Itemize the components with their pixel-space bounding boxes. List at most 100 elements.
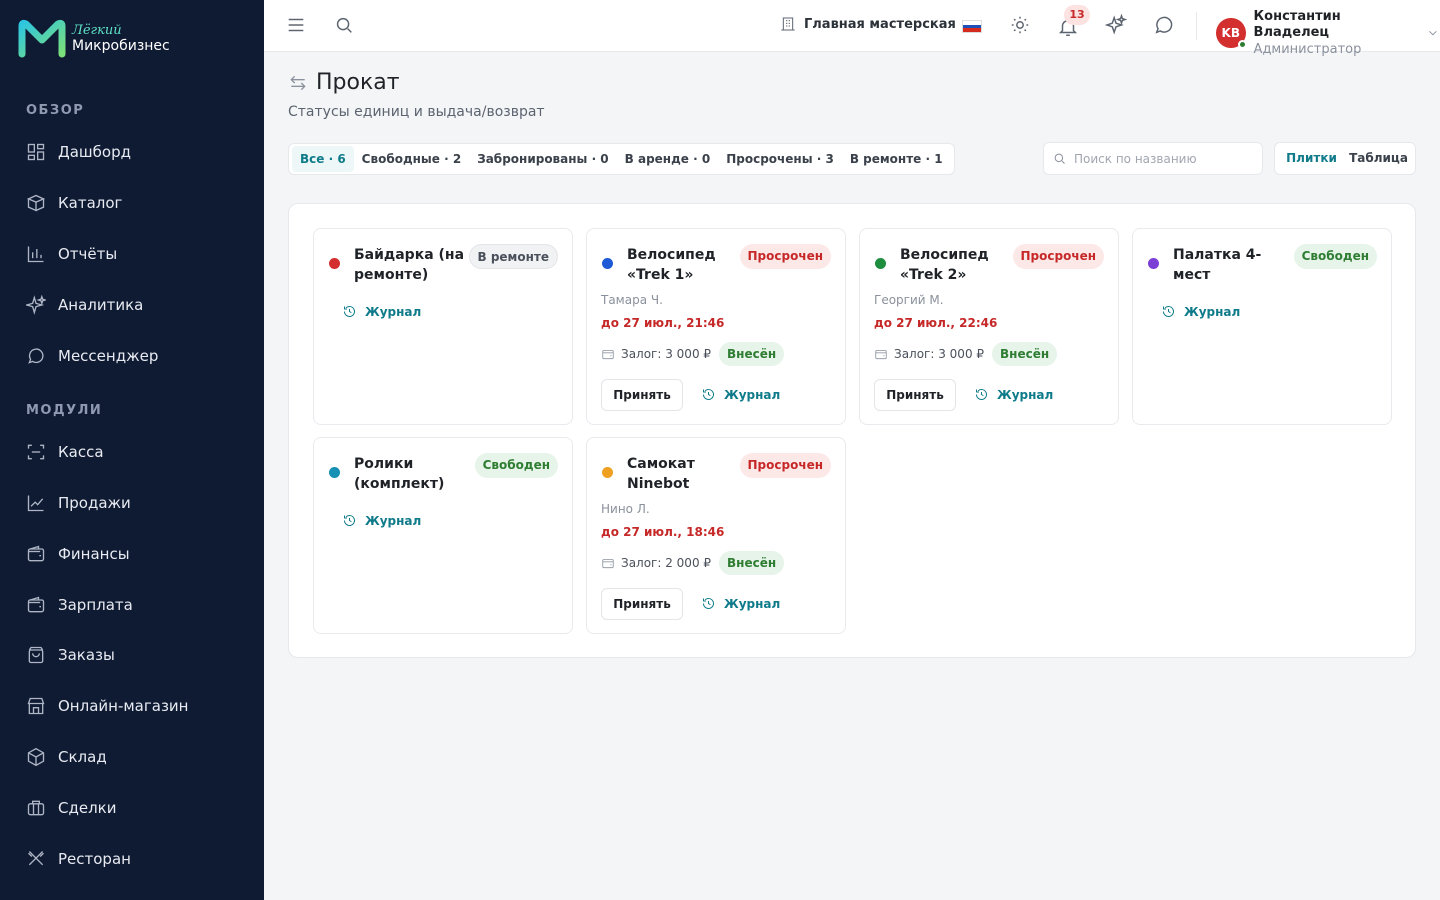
accept-return-button[interactable]: Принять	[601, 588, 683, 620]
rental-card: Велосипед «Trek 1» Просрочен Тамара Ч. д…	[586, 228, 846, 425]
sidebar-item-analytics[interactable]: Аналитика	[26, 289, 246, 321]
deposit-paid-badge: Внесён	[992, 342, 1058, 366]
filter-booked[interactable]: Забронированы · 0	[469, 146, 616, 172]
accept-return-button[interactable]: Принять	[601, 379, 683, 411]
page-title: Прокат	[288, 70, 400, 95]
journal-label: Журнал	[997, 387, 1054, 402]
sidebar-item-salary[interactable]: Зарплата	[26, 589, 246, 621]
sun-icon	[1011, 16, 1029, 34]
wallet-icon	[27, 596, 45, 613]
sidebar-item-deals[interactable]: Сделки	[26, 792, 246, 824]
sidebar-item-dashboard[interactable]: Дашборд	[26, 136, 246, 168]
menu-toggle-button[interactable]	[285, 14, 307, 36]
status-filter-tabs: Все · 6 Свободные · 2 Забронированы · 0 …	[288, 143, 955, 175]
sidebar-item-label: Каталог	[58, 194, 123, 212]
sidebar-item-label: Отчёты	[58, 245, 118, 263]
sidebar-item-sales[interactable]: Продажи	[26, 487, 246, 519]
sidebar: Лёгкий Микробизнес ОБЗОР Дашборд Каталог…	[0, 0, 264, 900]
rental-card: Ролики (комплект) Свободен Журнал	[313, 437, 573, 634]
rental-card: Велосипед «Trek 2» Просрочен Георгий М. …	[859, 228, 1119, 425]
sidebar-item-finance[interactable]: Финансы	[26, 538, 246, 570]
rental-item-name: Велосипед «Trek 1»	[627, 247, 716, 283]
user-name: Константин Владелец	[1253, 9, 1341, 41]
online-status-dot	[1237, 40, 1247, 50]
user-role: Администратор	[1253, 41, 1362, 57]
avatar: KB	[1216, 18, 1247, 50]
language-flag-ru[interactable]	[962, 20, 982, 33]
sidebar-item-orders[interactable]: Заказы	[26, 639, 246, 671]
user-menu[interactable]: KB Константин Владелец Администратор	[1216, 9, 1440, 58]
sidebar-item-label: Ресторан	[58, 850, 131, 868]
utensils-icon	[28, 851, 44, 866]
filter-repair[interactable]: В ремонте · 1	[842, 146, 951, 172]
journal-label: Журнал	[724, 387, 781, 402]
catalog-icon	[26, 194, 46, 212]
filter-rented[interactable]: В аренде · 0	[617, 146, 719, 172]
history-icon	[344, 306, 355, 317]
filter-overdue[interactable]: Просрочены · 3	[718, 146, 842, 172]
briefcase-icon	[27, 800, 45, 816]
chart-line-icon	[27, 495, 44, 512]
journal-link[interactable]: Журнал	[1161, 304, 1240, 319]
sidebar-item-catalog[interactable]: Каталог	[26, 187, 246, 219]
sidebar-item-label: Зарплата	[58, 596, 133, 614]
status-badge: Просрочен	[739, 453, 831, 478]
rental-item-name: Велосипед «Trek 2»	[900, 247, 989, 283]
search-input[interactable]	[1074, 151, 1254, 166]
scan-icon	[27, 444, 45, 460]
sidebar-item-label: Аналитика	[58, 296, 144, 314]
rental-item-name: Байдарка (на ремонте)	[354, 247, 465, 283]
status-dot	[329, 258, 340, 269]
view-table-button[interactable]: Таблица	[1345, 146, 1412, 171]
journal-label: Журнал	[365, 304, 422, 319]
rental-item-name: Самокат Ninebot	[627, 456, 695, 492]
chat-icon	[28, 348, 44, 364]
status-dot	[1148, 258, 1159, 269]
sidebar-item-label: Склад	[58, 748, 107, 766]
wallet-icon	[602, 559, 614, 569]
logo-mark-icon	[18, 19, 66, 58]
sidebar-item-messenger[interactable]: Мессенджер	[26, 340, 246, 372]
store-icon	[27, 697, 45, 715]
page-subtitle: Статусы единиц и выдача/возврат	[288, 104, 545, 120]
status-badge: Просрочен	[1012, 244, 1104, 269]
rental-units-panel: Байдарка (на ремонте) В ремонте Журнал В…	[288, 203, 1416, 658]
rental-item-name: Ролики (комплект)	[354, 456, 445, 492]
sidebar-item-label: Мессенджер	[58, 347, 159, 365]
sidebar-item-reports[interactable]: Отчёты	[26, 238, 246, 270]
messages-button[interactable]	[1153, 14, 1175, 36]
journal-link[interactable]: Журнал	[342, 513, 421, 528]
sparkles-icon	[26, 295, 46, 315]
building-icon	[781, 17, 795, 31]
sidebar-item-warehouse[interactable]: Склад	[26, 741, 246, 773]
theme-toggle-button[interactable]	[1009, 14, 1031, 36]
sidebar-item-label: Сделки	[58, 799, 117, 817]
topbar: Главная мастерская 13 KB Константин Влад…	[264, 0, 1440, 57]
accept-return-button[interactable]: Принять	[874, 379, 956, 411]
bag-icon	[28, 646, 44, 664]
journal-link[interactable]: Журнал	[342, 304, 421, 319]
journal-link[interactable]: Журнал	[701, 596, 780, 611]
sidebar-item-cashdesk[interactable]: Касса	[26, 436, 246, 468]
status-dot	[602, 258, 613, 269]
filter-free[interactable]: Свободные · 2	[354, 146, 470, 172]
sidebar-item-online-store[interactable]: Онлайн-магазин	[26, 690, 246, 722]
history-icon	[344, 515, 355, 526]
view-tiles-button[interactable]: Плитки	[1278, 146, 1345, 171]
sidebar-item-restaurant[interactable]: Ресторан	[26, 843, 246, 875]
workshop-selector[interactable]: Главная мастерская	[780, 16, 956, 32]
renter-name: Тамара Ч.	[601, 293, 663, 307]
ai-assistant-button[interactable]	[1104, 13, 1128, 36]
box-icon	[27, 747, 45, 767]
filter-all[interactable]: Все · 6	[292, 146, 354, 172]
brand-logo[interactable]: Лёгкий Микробизнес	[18, 18, 170, 58]
global-search-button[interactable]	[333, 14, 355, 36]
wallet-icon	[602, 350, 614, 360]
journal-link[interactable]: Журнал	[701, 387, 780, 402]
journal-label: Журнал	[1184, 304, 1241, 319]
journal-link[interactable]: Журнал	[974, 387, 1053, 402]
brand-tagline: Лёгкий	[72, 22, 122, 38]
dashboard-icon	[27, 143, 45, 161]
search-box	[1043, 142, 1263, 175]
rental-item-name: Палатка 4-мест	[1173, 247, 1262, 283]
